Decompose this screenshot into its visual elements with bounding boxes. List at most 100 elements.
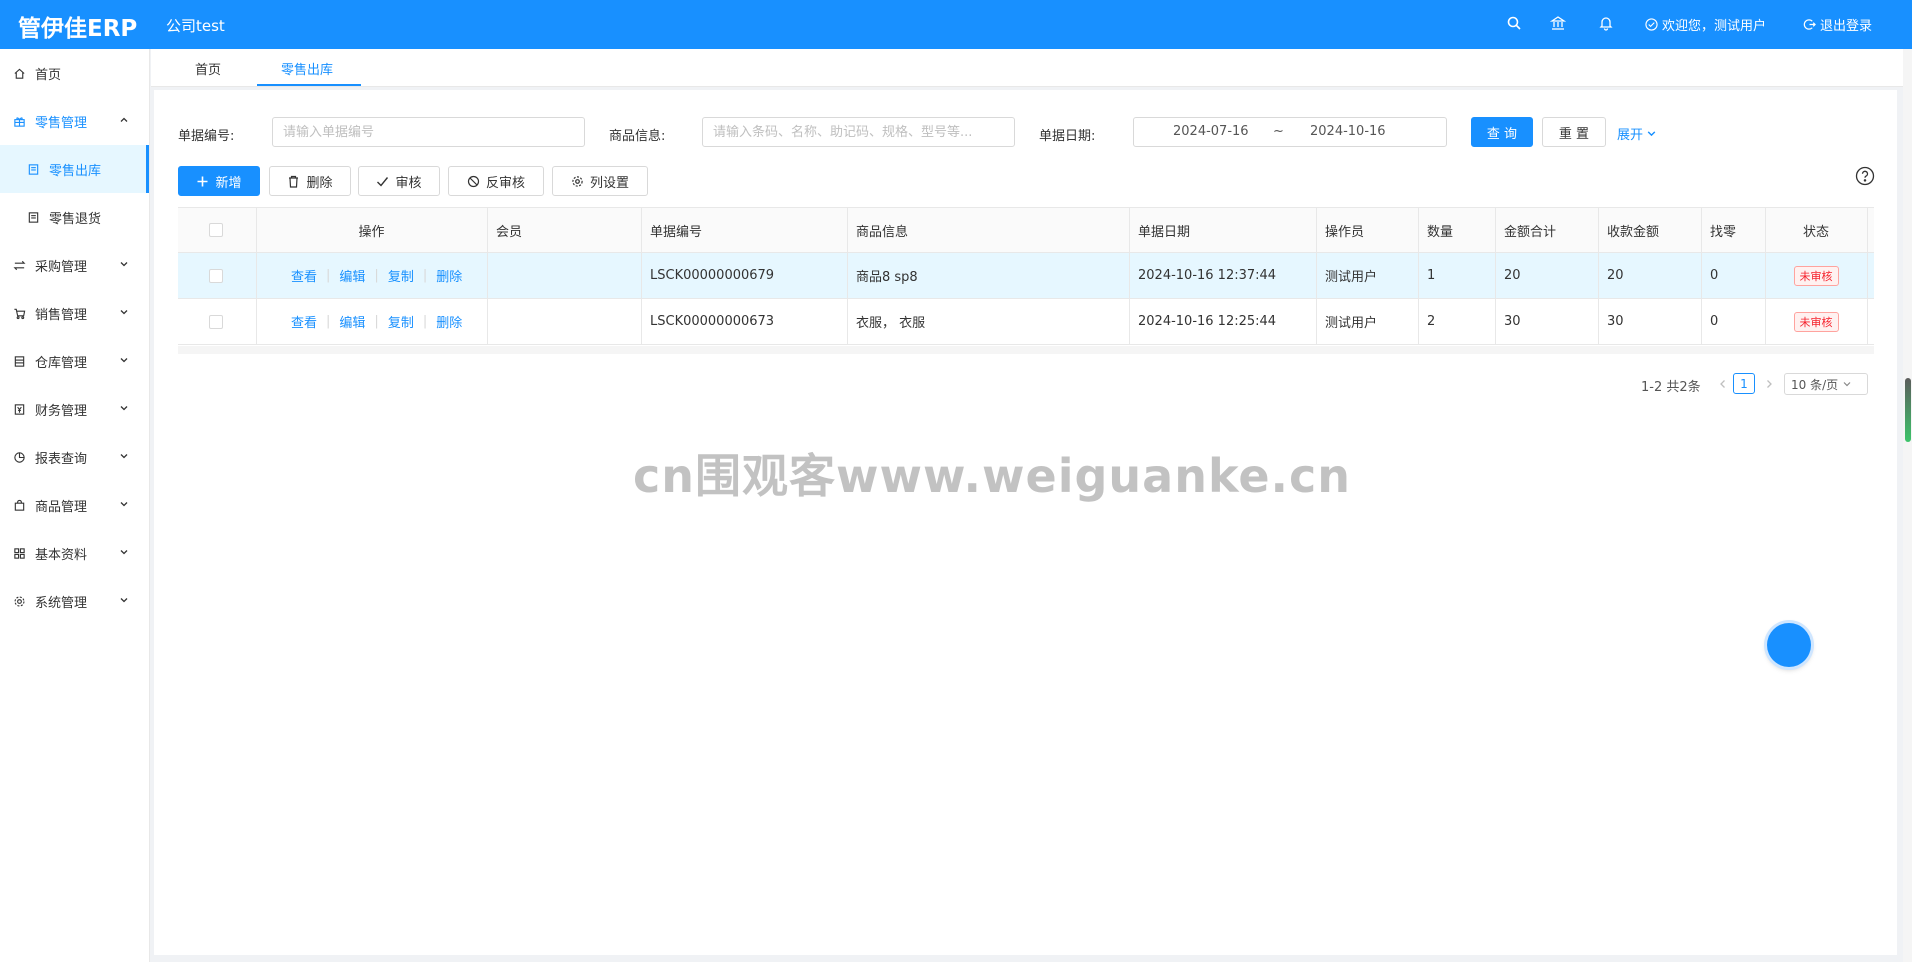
sidebar-item-label: 零售出库 [49, 163, 102, 179]
date-range-picker[interactable]: 2024-07-16 ~ 2024-10-16 [1133, 117, 1447, 147]
table-row[interactable]: 查看 | 编辑 | 复制 | 删除 LSCK00000000673 衣服， 衣服 20… [178, 299, 1874, 345]
col-header-bill-no[interactable]: 单据编号 [641, 208, 847, 252]
add-label: 新增 [215, 175, 242, 191]
chevron-right-icon[interactable] [1763, 378, 1775, 390]
sidebar-item-label: 商品管理 [35, 499, 88, 515]
action-divider: | [422, 314, 428, 329]
tab-home[interactable]: 首页 [195, 59, 221, 78]
company-name: 公司test [166, 17, 225, 35]
view-link[interactable]: 查看 [291, 312, 317, 331]
date-end[interactable]: 2024-10-16 [1310, 124, 1386, 139]
sidebar-item-purchase[interactable]: 采购管理 [0, 241, 149, 289]
grid-icon [12, 546, 26, 560]
sidebar-item-label: 采购管理 [35, 259, 88, 275]
page-scrollbar-thumb[interactable] [1905, 378, 1911, 442]
tab-retail-out[interactable]: 零售出库 [281, 59, 333, 78]
expand-toggle[interactable]: 展开 [1617, 124, 1657, 143]
view-link[interactable]: 查看 [291, 266, 317, 285]
search-icon[interactable] [1505, 14, 1523, 32]
cell-bill-no: LSCK00000000673 [650, 314, 775, 329]
cell-goods: 衣服， 衣服 [856, 316, 926, 331]
floating-action-button[interactable] [1767, 623, 1811, 667]
col-header-total[interactable]: 金额合计 [1495, 208, 1598, 252]
sidebar-item-finance[interactable]: 财务管理 [0, 385, 149, 433]
action-divider: | [374, 268, 379, 283]
sidebar-item-label: 销售管理 [35, 307, 88, 323]
delete-button[interactable]: 删除 [269, 166, 351, 196]
reset-button[interactable]: 重 置 [1542, 117, 1606, 147]
sidebar-item-label: 零售退货 [49, 211, 102, 227]
warehouse-icon [12, 354, 26, 368]
sidebar-item-retail[interactable]: 零售管理 [0, 97, 149, 145]
welcome-user[interactable]: 欢迎您，测试用户 [1645, 15, 1766, 34]
cell-total: 20 [1504, 268, 1521, 283]
table-row[interactable]: 查看 | 编辑 | 复制 | 删除 LSCK00000000679 商品8 sp8 2… [178, 253, 1874, 299]
col-header-operator[interactable]: 操作员 [1316, 208, 1418, 252]
delete-link[interactable]: 删除 [436, 266, 462, 285]
col-header-qty[interactable]: 数量 [1418, 208, 1495, 252]
sidebar-item-system[interactable]: 系统管理 [0, 577, 149, 625]
chevron-left-icon[interactable] [1717, 378, 1729, 390]
tab-active-indicator [257, 84, 361, 86]
bill-no-input[interactable] [272, 117, 585, 147]
sidebar-item-home[interactable]: 首页 [0, 49, 149, 97]
page-size-select[interactable]: 10 条/页 [1784, 373, 1868, 395]
select-all-checkbox[interactable] [209, 223, 223, 237]
table-horizontal-scrollbar[interactable] [178, 346, 1874, 354]
column-divider [641, 207, 642, 345]
question-circle-icon[interactable] [1855, 166, 1875, 186]
main-content: 单据编号: 商品信息: 单据日期: 2024-07-16 ~ 2024-10-1… [154, 90, 1897, 955]
cell-total: 30 [1504, 314, 1521, 329]
audit-button[interactable]: 审核 [358, 166, 440, 196]
col-header-member[interactable]: 会员 [487, 208, 641, 252]
bank-icon[interactable] [1549, 14, 1567, 32]
date-label: 单据日期: [1039, 129, 1096, 144]
cell-change: 0 [1710, 268, 1719, 283]
sidebar-item-basic-data[interactable]: 基本资料 [0, 529, 149, 577]
sidebar-item-sales[interactable]: 销售管理 [0, 289, 149, 337]
goods-input[interactable] [702, 117, 1015, 147]
query-button[interactable]: 查 询 [1471, 117, 1533, 147]
column-divider [1495, 207, 1496, 345]
pagination-page-1[interactable]: 1 [1733, 373, 1755, 394]
cell-bill-no: LSCK00000000679 [650, 268, 775, 283]
unaudit-label: 反审核 [485, 175, 525, 191]
chevron-down-icon [1843, 382, 1851, 387]
check-icon [377, 176, 389, 187]
app-logo[interactable]: 管伊佳ERP [18, 9, 137, 43]
date-start[interactable]: 2024-07-16 [1173, 124, 1249, 139]
logout-button[interactable]: 退出登录 [1803, 15, 1872, 34]
edit-link[interactable]: 编辑 [339, 312, 365, 331]
add-button[interactable]: 新增 [178, 166, 260, 196]
col-header-goods[interactable]: 商品信息 [847, 208, 1129, 252]
row-checkbox[interactable] [209, 314, 223, 329]
bell-icon[interactable] [1597, 14, 1615, 32]
pagination-total: 1-2 共2条 [1641, 380, 1701, 395]
delete-link[interactable]: 删除 [436, 312, 462, 331]
sidebar-item-warehouse[interactable]: 仓库管理 [0, 337, 149, 385]
chevron-down-icon [120, 454, 128, 459]
sidebar-item-reports[interactable]: 报表查询 [0, 433, 149, 481]
column-divider [256, 207, 257, 345]
copy-link[interactable]: 复制 [388, 312, 414, 331]
column-settings-button[interactable]: 列设置 [552, 166, 648, 196]
bill-no-label: 单据编号: [178, 129, 235, 144]
sidebar-item-retail-out[interactable]: 零售出库 [0, 145, 149, 193]
col-header-date[interactable]: 单据日期 [1129, 208, 1316, 252]
col-header-change[interactable]: 找零 [1701, 208, 1765, 252]
sidebar-item-retail-return[interactable]: 零售退货 [0, 193, 149, 241]
col-header-actions: 操作 [358, 224, 385, 240]
gear-icon [12, 594, 26, 608]
cell-goods: 商品8 sp8 [856, 270, 918, 285]
unaudit-button[interactable]: 反审核 [448, 166, 544, 196]
edit-link[interactable]: 编辑 [339, 266, 365, 285]
sidebar-item-label: 系统管理 [35, 595, 88, 611]
swap-icon [12, 258, 26, 272]
page-scrollbar[interactable] [1903, 49, 1912, 962]
chevron-down-icon [120, 598, 128, 603]
sidebar-item-goods[interactable]: 商品管理 [0, 481, 149, 529]
col-header-status[interactable]: 状态 [1765, 208, 1867, 252]
copy-link[interactable]: 复制 [388, 266, 414, 285]
row-checkbox[interactable] [209, 268, 223, 283]
col-header-received[interactable]: 收款金额 [1598, 208, 1701, 252]
